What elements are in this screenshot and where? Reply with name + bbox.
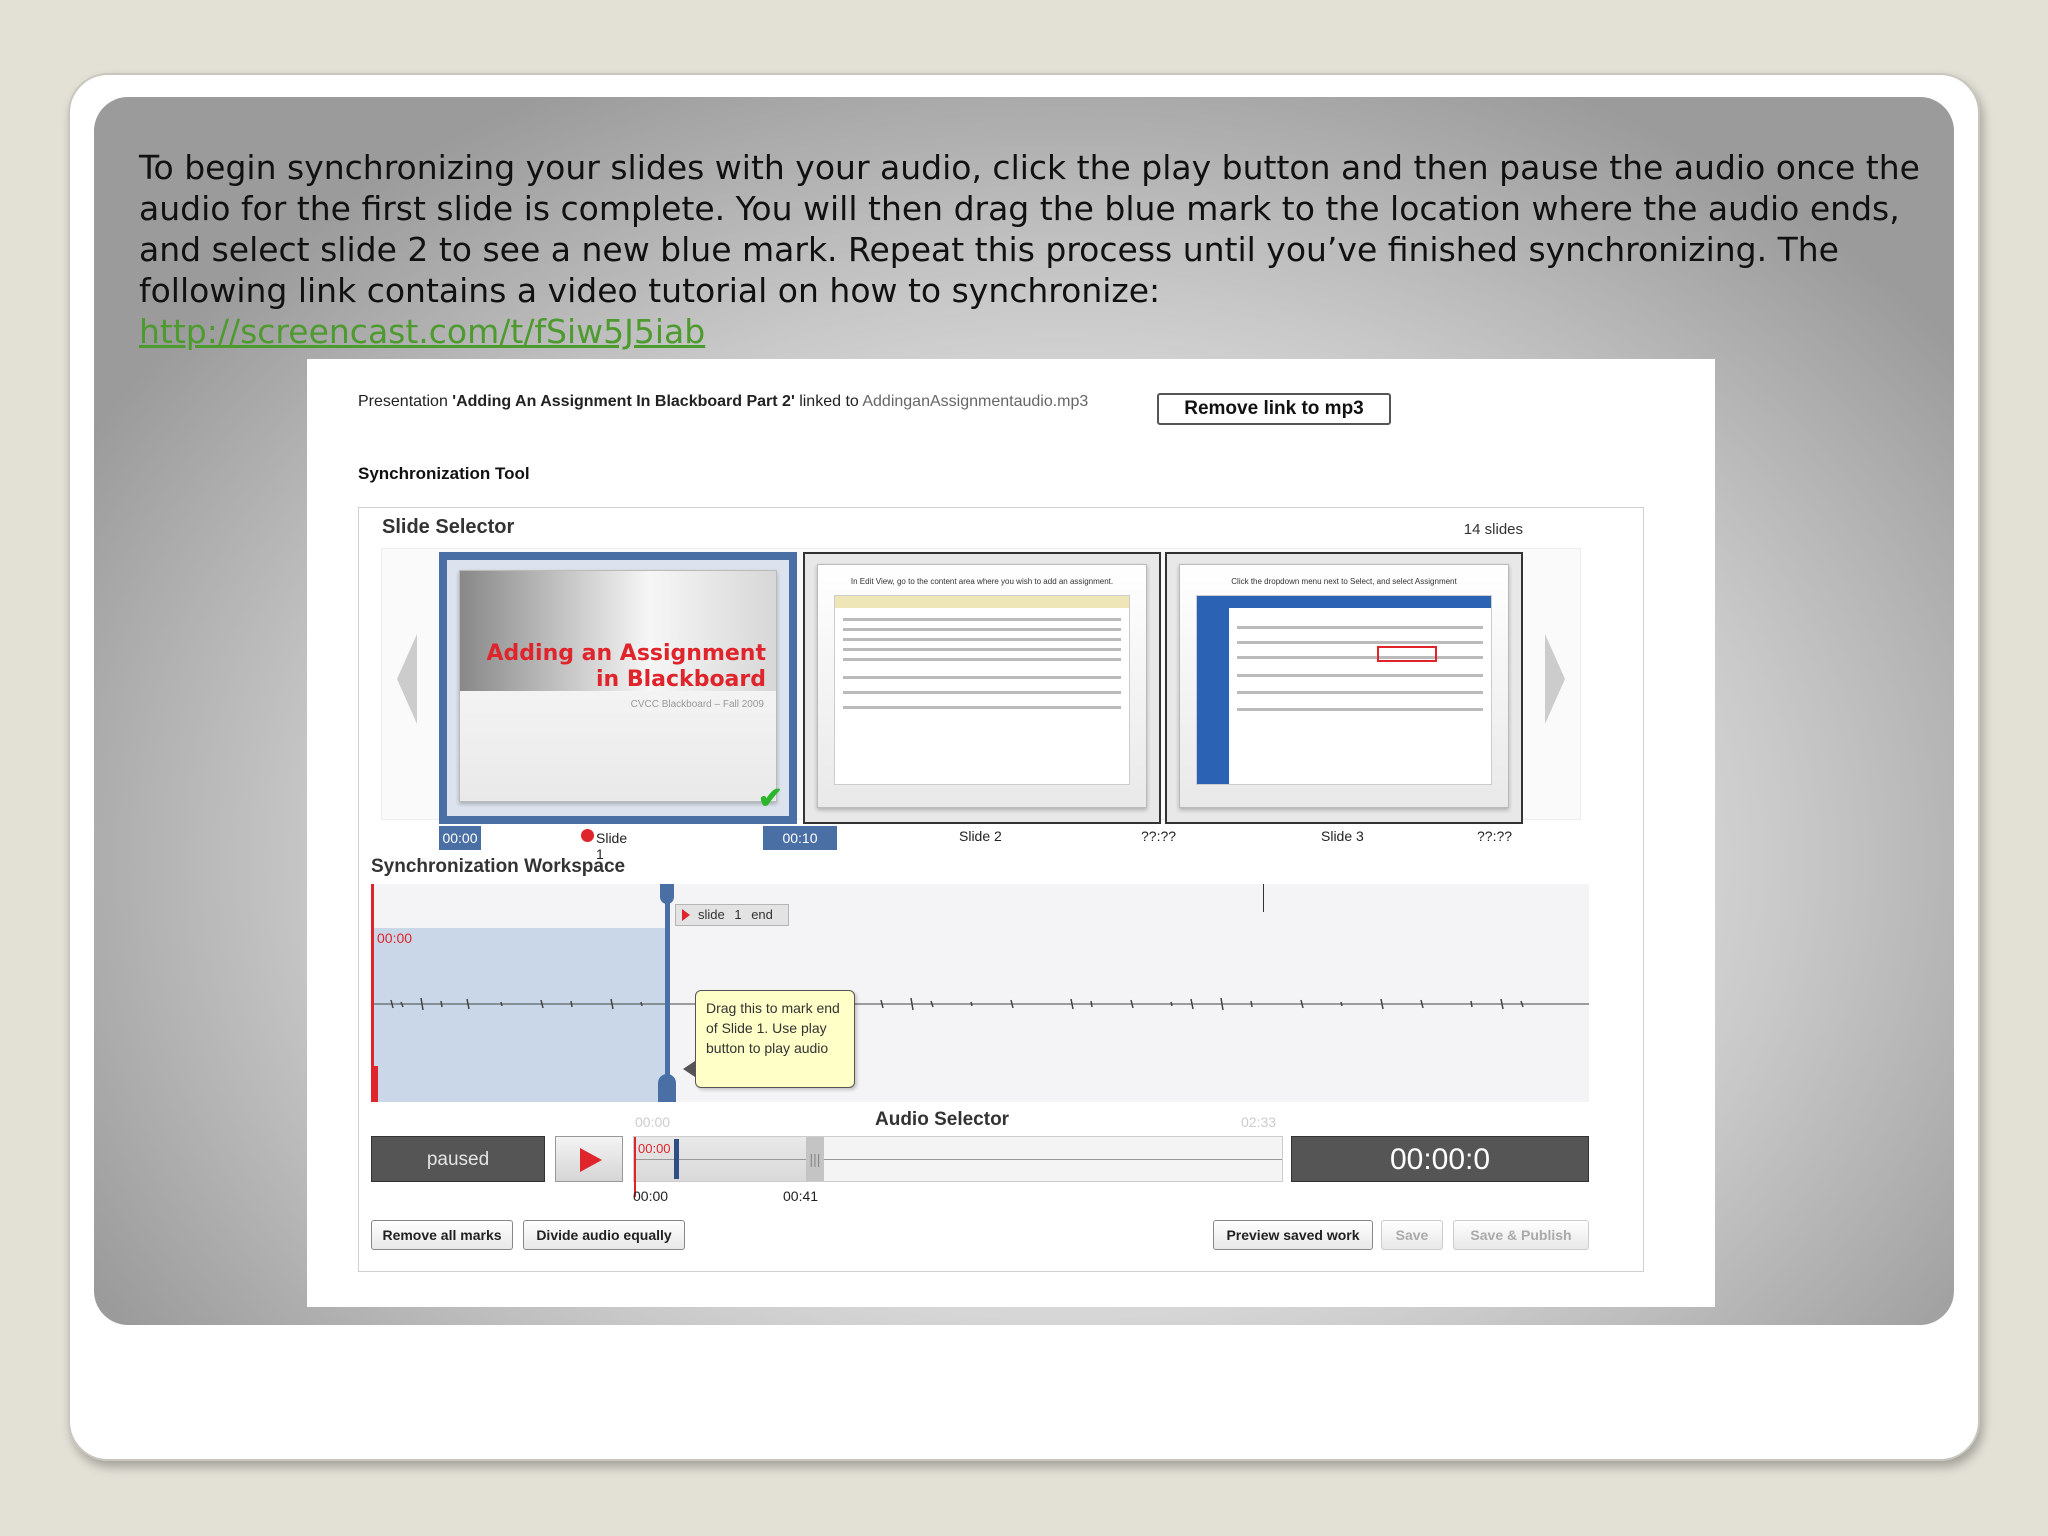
sync-workspace[interactable]: 00:00 slide 1 end Drag this to mark end … bbox=[371, 884, 1589, 1102]
range-drag-handle[interactable]: ||| bbox=[806, 1137, 824, 1181]
slide-1-end-marker[interactable] bbox=[665, 884, 670, 1102]
presentation-name: 'Adding An Assignment In Blackboard Part… bbox=[452, 393, 795, 410]
slide-2-screenshot bbox=[834, 595, 1130, 785]
audio-waveform bbox=[371, 997, 1589, 1011]
presentation-link-info: Presentation 'Adding An Assignment In Bl… bbox=[358, 393, 1088, 411]
slide-1-subtitle: CVCC Blackboard – Fall 2009 bbox=[630, 699, 764, 710]
slide-1-preview: Adding an Assignment in Blackboard CVCC … bbox=[459, 570, 777, 802]
highlight-box bbox=[1377, 646, 1437, 662]
sync-tool-box: Slide Selector 14 slides Adding an Assig… bbox=[358, 507, 1644, 1272]
timeline-start: 00:00 bbox=[633, 1188, 669, 1204]
slide-end-mark-label: slide 1 end bbox=[675, 904, 789, 926]
slide-thumbnail-3[interactable]: Click the dropdown menu next to Select, … bbox=[1165, 552, 1523, 824]
slide-3-label: Slide 3 bbox=[1321, 828, 1364, 844]
playback-clock: 00:00:0 bbox=[1291, 1136, 1589, 1182]
slide-1-region bbox=[371, 928, 665, 1102]
tutorial-link[interactable]: http://screencast.com/t/fSiw5J5iab bbox=[139, 311, 705, 352]
audio-selector-title: Audio Selector bbox=[875, 1109, 1010, 1130]
slide-1-title: Adding an Assignment in Blackboard bbox=[486, 641, 767, 692]
workspace-start-time: 00:00 bbox=[377, 930, 413, 946]
slide-3-end-time: ??:?? bbox=[1477, 828, 1513, 844]
slide-time-labels: 00:00 Slide 1 00:10 Slide 2 ??:?? Slide … bbox=[359, 826, 1643, 862]
save-button[interactable]: Save bbox=[1381, 1220, 1443, 1250]
workspace-title: Synchronization Workspace bbox=[371, 856, 626, 877]
slide-3-preview: Click the dropdown menu next to Select, … bbox=[1179, 564, 1509, 808]
slide-thumbnail-2[interactable]: In Edit View, go to the content area whe… bbox=[803, 552, 1161, 824]
slide-3-screenshot bbox=[1196, 595, 1492, 785]
remove-link-button[interactable]: Remove link to mp3 bbox=[1157, 393, 1391, 425]
timeline-mark: 00:41 bbox=[783, 1188, 819, 1204]
content-panel: To begin synchronizing your slides with … bbox=[94, 97, 1954, 1325]
slide-1-start-time: 00:00 bbox=[439, 826, 481, 850]
mp3-filename: AddinganAssignmentaudio.mp3 bbox=[862, 393, 1089, 410]
slide-2-caption: In Edit View, go to the content area whe… bbox=[850, 577, 1114, 586]
save-publish-button[interactable]: Save & Publish bbox=[1453, 1220, 1589, 1250]
carousel-prev-arrow-icon[interactable] bbox=[397, 634, 417, 724]
checkmark-icon: ✔ bbox=[757, 782, 783, 815]
slide-2-end-time: ??:?? bbox=[1141, 828, 1177, 844]
marker-top-handle[interactable] bbox=[660, 884, 674, 904]
current-slide-dot-icon bbox=[581, 829, 594, 842]
play-button[interactable] bbox=[555, 1136, 623, 1182]
presentation-prefix: Presentation bbox=[358, 393, 453, 410]
linked-to-text: linked to bbox=[794, 393, 863, 410]
slide-selector-title: Slide Selector bbox=[382, 516, 515, 538]
audio-range-start: 00:00 bbox=[635, 1114, 671, 1130]
audio-range-end: 02:33 bbox=[1241, 1114, 1277, 1130]
preview-saved-work-button[interactable]: Preview saved work bbox=[1213, 1220, 1373, 1250]
carousel-next-arrow-icon[interactable] bbox=[1545, 634, 1565, 724]
slide-thumbnail-1[interactable]: Adding an Assignment in Blackboard CVCC … bbox=[439, 552, 797, 824]
slide-1-label: Slide 1 bbox=[581, 828, 627, 862]
track-time: 00:00 bbox=[638, 1141, 671, 1156]
intro-text: To begin synchronizing your slides with … bbox=[139, 148, 1920, 310]
divide-audio-equally-button[interactable]: Divide audio equally bbox=[523, 1220, 685, 1250]
remove-all-marks-button[interactable]: Remove all marks bbox=[371, 1220, 513, 1250]
intro-text-block: To begin synchronizing your slides with … bbox=[139, 147, 1929, 352]
slide-3-caption: Click the dropdown menu next to Select, … bbox=[1231, 577, 1457, 586]
slide-2-preview: In Edit View, go to the content area whe… bbox=[817, 564, 1147, 808]
playback-status: paused bbox=[371, 1136, 545, 1182]
slide-count: 14 slides bbox=[1463, 521, 1523, 538]
sync-tool-title: Synchronization Tool bbox=[358, 464, 530, 483]
slide-1-end-time: 00:10 bbox=[763, 826, 837, 850]
drag-hint-tooltip: Drag this to mark end of Slide 1. Use pl… bbox=[683, 990, 855, 1088]
marker-bottom-handle[interactable] bbox=[658, 1074, 676, 1102]
sync-tool-screenshot: Presentation 'Adding An Assignment In Bl… bbox=[307, 359, 1715, 1307]
slide-2-label: Slide 2 bbox=[959, 828, 1002, 844]
audio-track[interactable]: ||| 00:00 bbox=[633, 1136, 1283, 1197]
audio-cursor[interactable] bbox=[674, 1139, 679, 1179]
